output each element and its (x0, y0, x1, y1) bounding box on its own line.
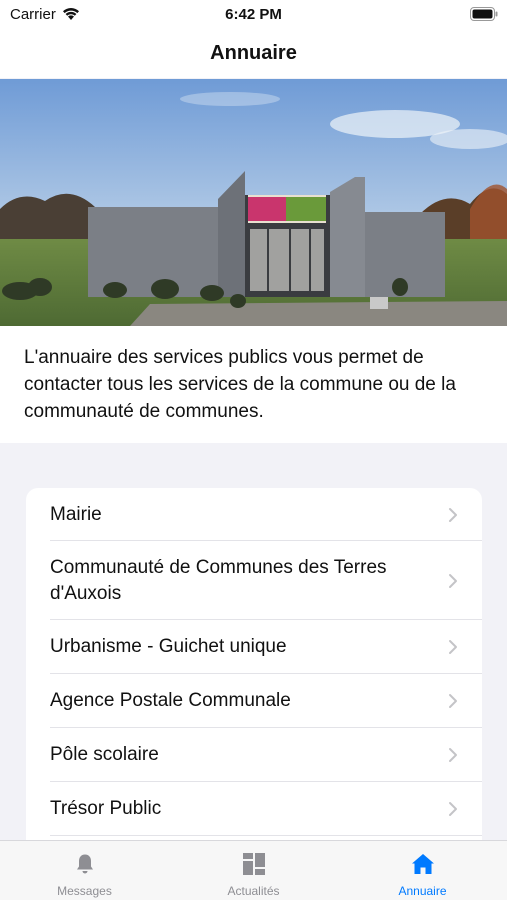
chevron-right-icon (449, 748, 457, 762)
chevron-right-icon (449, 640, 457, 654)
tab-actualites[interactable]: Actualités (169, 841, 338, 900)
list-item-tresor-public[interactable]: Trésor Public (26, 782, 482, 836)
list-item-label: Pôle scolaire (50, 744, 159, 765)
bell-icon (76, 854, 93, 874)
intro-description: L'annuaire des services publics vous per… (24, 347, 456, 422)
list-item-label: Urbanisme - Guichet unique (50, 636, 287, 657)
tab-messages[interactable]: Messages (0, 841, 169, 900)
hero-photo (0, 79, 507, 326)
tab-label: Messages (57, 884, 112, 898)
list-item-communaute-de-communes[interactable]: Communauté de Communes des Terres d'Auxo… (26, 541, 482, 620)
chevron-right-icon (449, 694, 457, 708)
tab-label: Actualités (227, 884, 280, 898)
list-item-label: Trésor Public (50, 798, 162, 819)
library-building-photo (0, 79, 507, 326)
list-item-label: Communauté de Communes des Terres d'Auxo… (50, 556, 387, 604)
tab-bar: Messages Actualités Annuaire (0, 840, 507, 900)
grid-icon (242, 853, 265, 875)
list-item-mairie[interactable]: Mairie (26, 488, 482, 541)
home-icon (411, 854, 434, 874)
tab-label: Annuaire (398, 884, 447, 898)
list-item-pole-scolaire[interactable]: Pôle scolaire (26, 728, 482, 782)
list-item-label: Mairie (50, 503, 102, 525)
navigation-bar: Annuaire (0, 30, 507, 78)
status-bar: Carrier 6:42 PM (0, 0, 507, 30)
divider (50, 835, 482, 836)
chevron-right-icon (449, 802, 457, 816)
list-item-label: Agence Postale Communale (50, 690, 291, 711)
chevron-right-icon (449, 573, 457, 588)
intro-section: L'annuaire des services publics vous per… (0, 326, 507, 443)
page-title: Annuaire (210, 42, 297, 64)
tab-annuaire[interactable]: Annuaire (338, 841, 507, 900)
clock: 6:42 PM (225, 6, 282, 23)
chevron-right-icon (449, 507, 457, 522)
battery-icon (470, 7, 498, 21)
directory-list: Mairie Communauté de Communes des Terres… (26, 488, 482, 868)
list-item-agence-postale[interactable]: Agence Postale Communale (26, 674, 482, 728)
list-item-urbanisme[interactable]: Urbanisme - Guichet unique (26, 620, 482, 674)
